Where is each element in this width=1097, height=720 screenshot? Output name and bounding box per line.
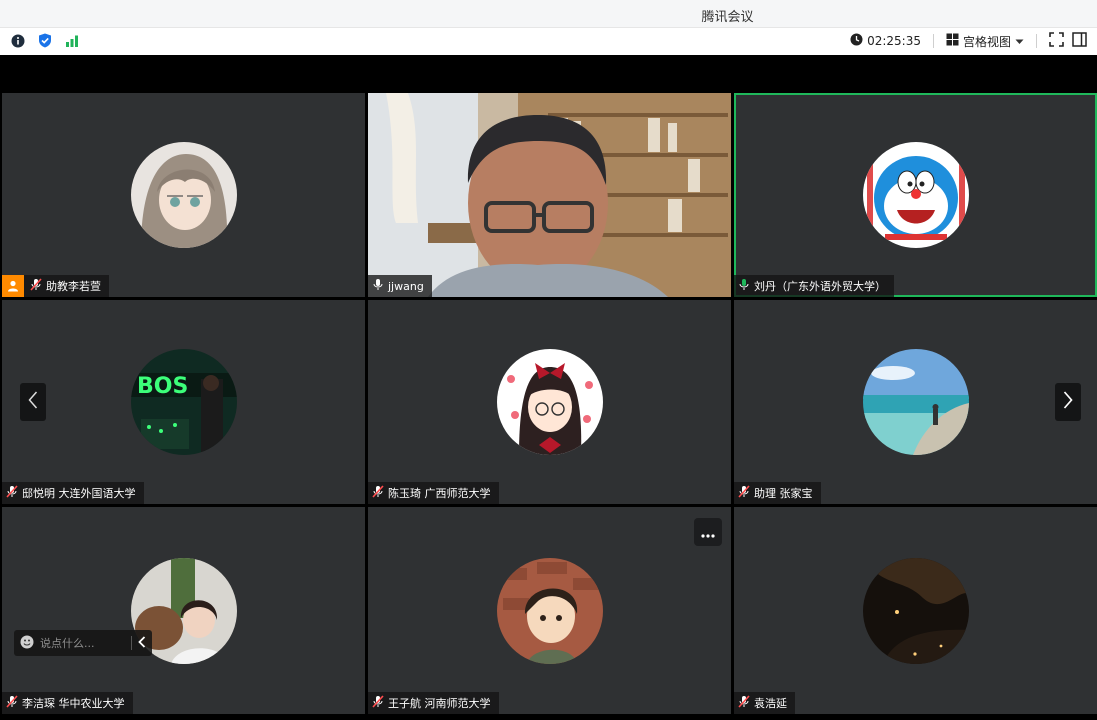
participant-name-bar: jjwang bbox=[368, 275, 432, 297]
mic-muted-icon bbox=[6, 695, 18, 711]
toolbar-divider bbox=[932, 34, 934, 48]
illustration-avatar bbox=[496, 557, 603, 664]
participant-name-bar: 助理 张家宝 bbox=[734, 482, 821, 504]
info-icon[interactable] bbox=[10, 33, 25, 48]
signal-icon[interactable] bbox=[64, 33, 79, 48]
mic-muted-icon bbox=[372, 485, 384, 501]
sidebar-toggle-button[interactable] bbox=[1072, 32, 1087, 50]
toolbar-left bbox=[10, 33, 79, 48]
video-stage: 助教李若萱 jjwang 刘丹（广东外语外贸大学） BOS 邸悦明 大连外国语大… bbox=[0, 55, 1097, 720]
timer-text: 02:25:35 bbox=[867, 34, 921, 48]
more-icon bbox=[701, 523, 715, 542]
sidebar-icon bbox=[1072, 32, 1087, 50]
shield-icon[interactable] bbox=[37, 33, 52, 48]
participant-name: 李洁琛 华中农业大学 bbox=[22, 697, 125, 710]
participant-name-bar: 邸悦明 大连外国语大学 bbox=[2, 482, 144, 504]
clock-icon bbox=[850, 33, 863, 49]
participant-grid: 助教李若萱 jjwang 刘丹（广东外语外贸大学） BOS 邸悦明 大连外国语大… bbox=[2, 93, 1097, 714]
participant-tile[interactable]: 王子航 河南师范大学 bbox=[368, 507, 731, 714]
participant-name-bar: 李洁琛 华中农业大学 bbox=[2, 692, 133, 714]
mic-muted-icon bbox=[6, 485, 18, 501]
view-mode-label: 宫格视图 bbox=[962, 34, 1011, 49]
chevron-left-icon[interactable] bbox=[138, 635, 146, 651]
participant-tile[interactable]: BOS 邸悦明 大连外国语大学 bbox=[2, 300, 365, 504]
mic-muted-icon bbox=[30, 278, 42, 294]
participant-name: 助教李若萱 bbox=[46, 280, 101, 293]
mic-icon bbox=[372, 278, 384, 294]
participant-name-bar: 袁浩延 bbox=[734, 692, 795, 714]
chevron-left-icon bbox=[28, 391, 38, 413]
mic-speaking-icon bbox=[738, 278, 750, 294]
participant-name-bar: 刘丹（广东外语外贸大学） bbox=[734, 275, 894, 297]
doraemon-avatar bbox=[862, 142, 969, 248]
participant-tile[interactable]: 袁浩延 bbox=[734, 507, 1097, 714]
next-page-button[interactable] bbox=[1055, 383, 1081, 421]
participant-name-bar: 王子航 河南师范大学 bbox=[368, 692, 499, 714]
participant-name-bar: 助教李若萱 bbox=[2, 275, 109, 297]
more-options-button[interactable] bbox=[694, 518, 722, 546]
chevron-right-icon bbox=[1063, 391, 1073, 413]
participant-name: 邸悦明 大连外国语大学 bbox=[22, 487, 136, 500]
previous-page-button[interactable] bbox=[20, 383, 46, 421]
cartoon-girl-avatar bbox=[496, 349, 603, 455]
neon-avatar: BOS bbox=[130, 349, 237, 455]
mic-muted-icon bbox=[372, 695, 384, 711]
chat-input-bar[interactable]: 说点什么... bbox=[14, 630, 152, 656]
participant-name: 助理 张家宝 bbox=[754, 487, 813, 500]
chat-divider bbox=[131, 636, 132, 650]
camera-video-feed bbox=[368, 93, 731, 297]
fullscreen-button[interactable] bbox=[1049, 32, 1064, 50]
participant-tile[interactable]: 助理 张家宝 bbox=[734, 300, 1097, 504]
mic-muted-icon bbox=[738, 695, 750, 711]
grid-icon bbox=[946, 33, 959, 49]
participant-name: 袁浩延 bbox=[754, 697, 787, 710]
participant-name: 王子航 河南师范大学 bbox=[388, 697, 491, 710]
beach-avatar bbox=[862, 349, 969, 455]
participant-tile[interactable]: 陈玉琦 广西师范大学 bbox=[368, 300, 731, 504]
night-avatar bbox=[862, 557, 969, 664]
participant-name-bar: 陈玉琦 广西师范大学 bbox=[368, 482, 499, 504]
participant-name: 刘丹（广东外语外贸大学） bbox=[754, 280, 886, 293]
participant-tile[interactable]: 助教李若萱 bbox=[2, 93, 365, 297]
anime-girl-avatar bbox=[130, 142, 237, 248]
fullscreen-icon bbox=[1049, 32, 1064, 50]
meeting-toolbar: 02:25:35 宫格视图 bbox=[0, 28, 1097, 55]
meeting-timer: 02:25:35 bbox=[850, 33, 921, 49]
participant-tile[interactable]: 李洁琛 华中农业大学 说点什么... bbox=[2, 507, 365, 714]
toolbar-right: 02:25:35 宫格视图 bbox=[850, 32, 1087, 50]
window-title: 腾讯会议 bbox=[701, 10, 754, 25]
view-mode-button[interactable]: 宫格视图 bbox=[946, 33, 1024, 50]
participant-tile[interactable]: jjwang bbox=[368, 93, 731, 297]
chat-placeholder[interactable]: 说点什么... bbox=[40, 635, 95, 651]
participant-name: jjwang bbox=[388, 279, 424, 293]
host-icon bbox=[2, 275, 24, 297]
participant-name: 陈玉琦 广西师范大学 bbox=[388, 487, 491, 500]
toolbar-divider bbox=[1036, 34, 1037, 48]
svg-text:BOS: BOS bbox=[137, 374, 188, 399]
emoji-icon[interactable] bbox=[20, 635, 34, 652]
participant-tile-active[interactable]: 刘丹（广东外语外贸大学） bbox=[734, 93, 1097, 297]
mic-muted-icon bbox=[738, 485, 750, 501]
chevron-down-icon bbox=[1015, 34, 1024, 48]
title-bar: 腾讯会议 bbox=[0, 0, 1097, 28]
